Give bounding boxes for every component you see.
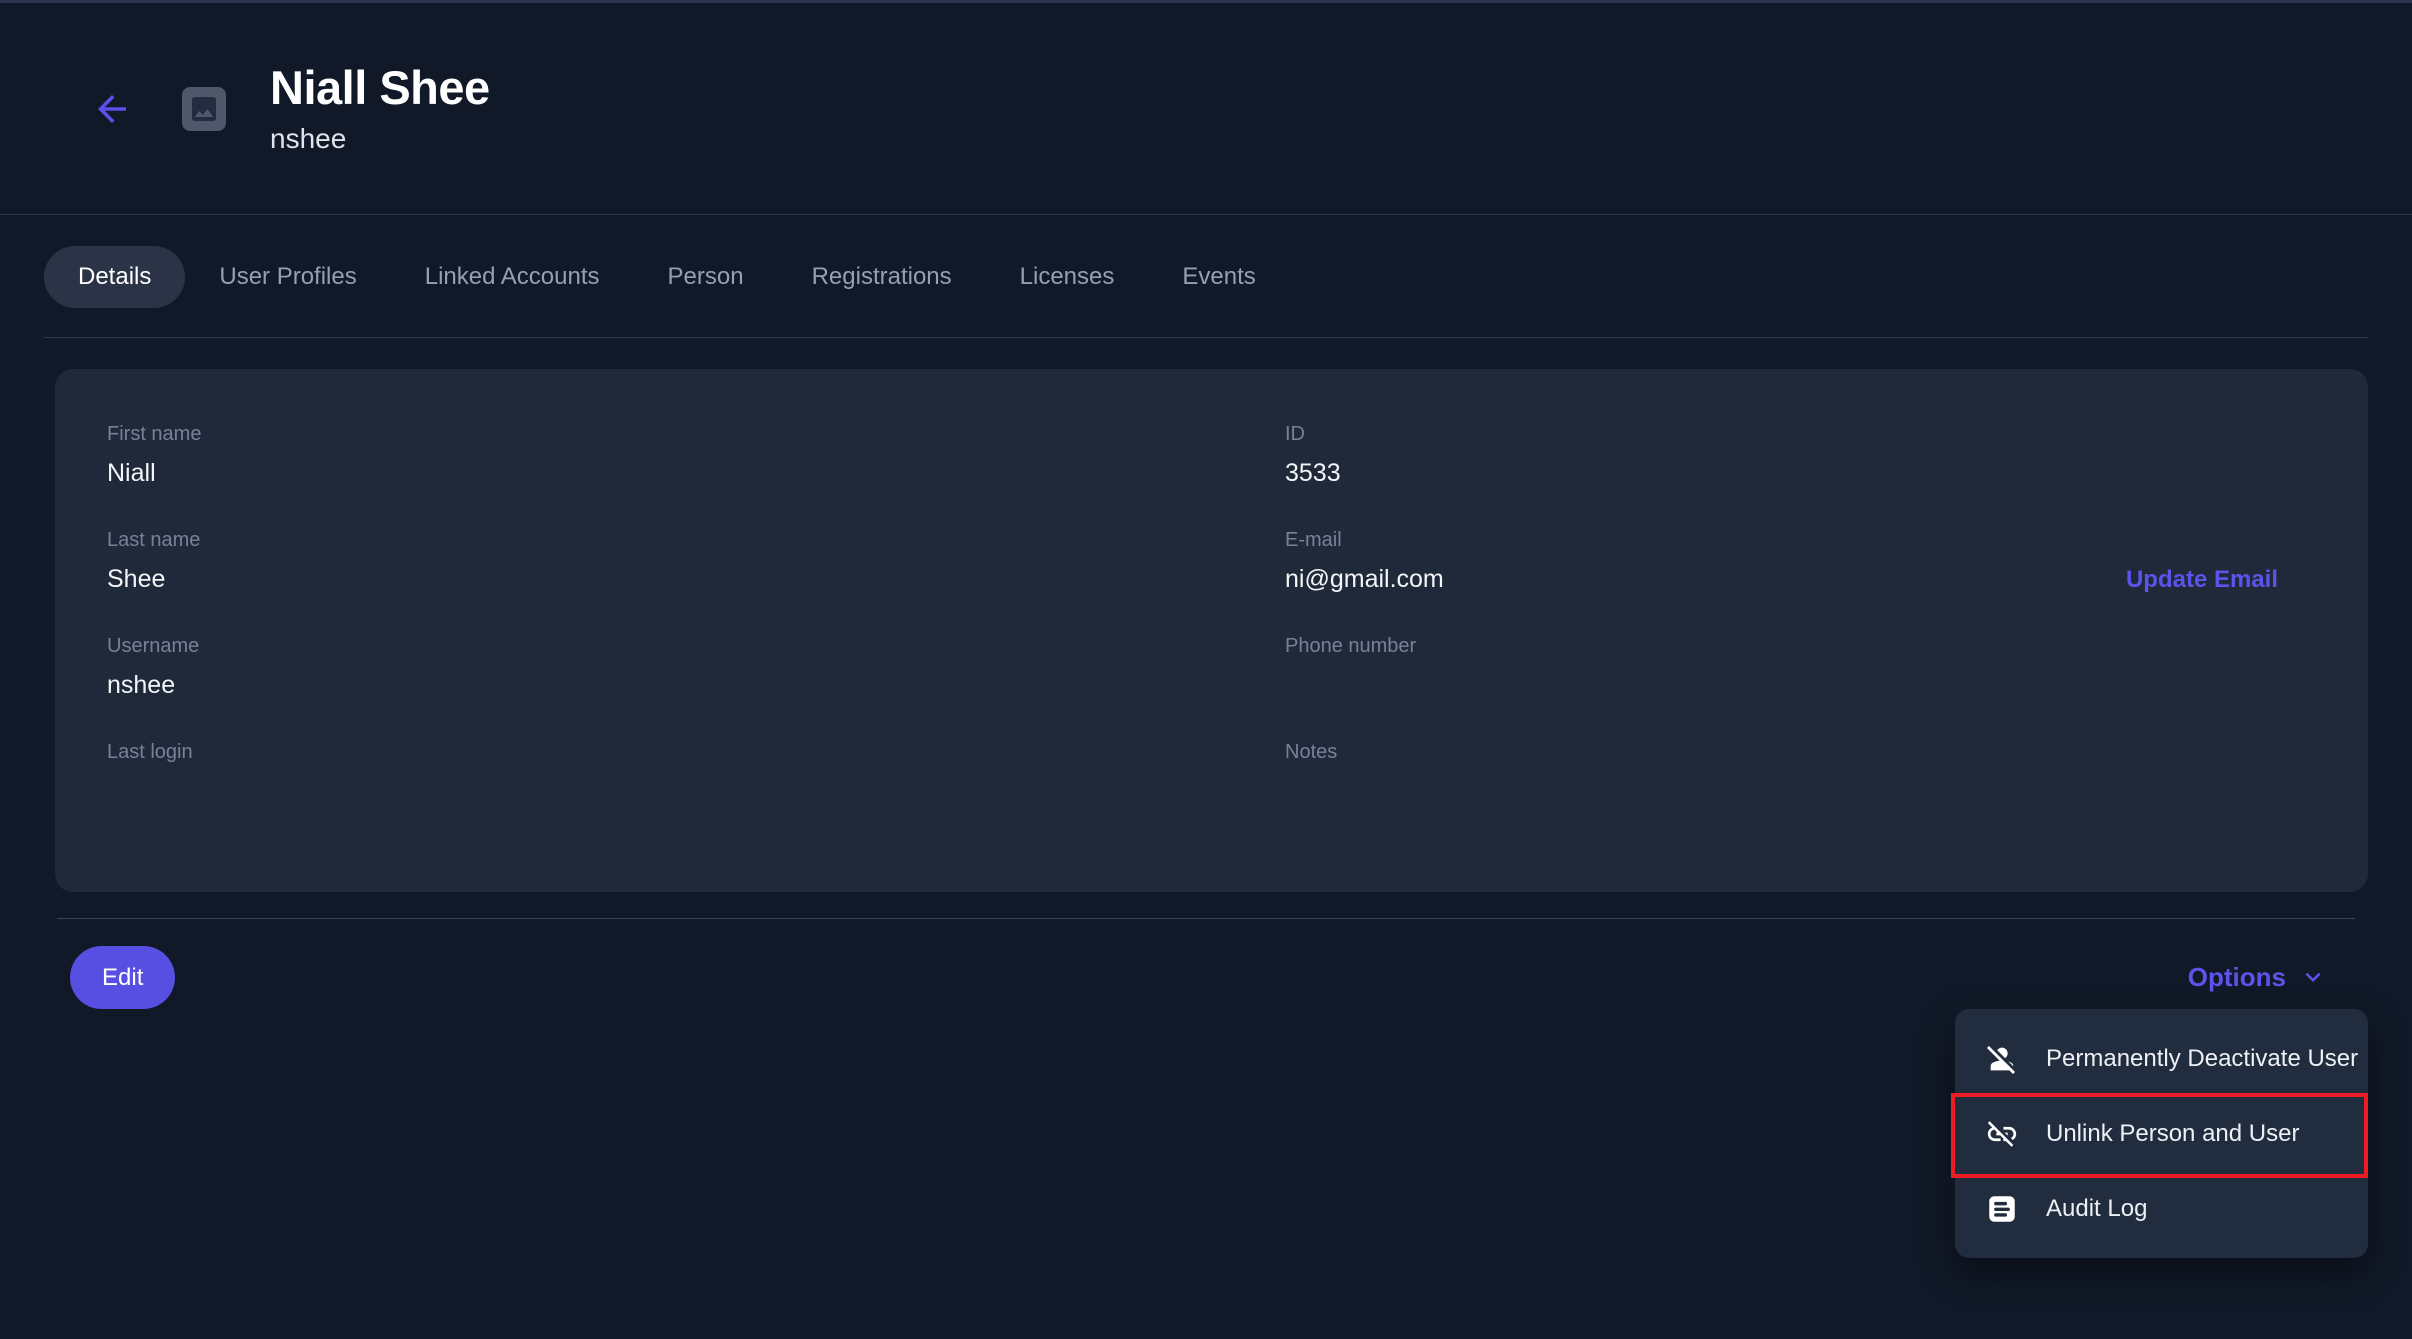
field-label: E-mail [1285, 529, 1444, 552]
section-divider [57, 918, 2355, 919]
options-label: Options [2188, 962, 2286, 993]
user-detail-page: Niall Shee nshee Details User Profiles L… [0, 0, 2412, 1339]
field-label: ID [1285, 423, 2278, 446]
field-notes: Notes [1285, 741, 2278, 808]
tab-linked-accounts[interactable]: Linked Accounts [391, 246, 634, 308]
menu-item-label: Unlink Person and User [2046, 1120, 2299, 1148]
options-menu: Permanently Deactivate User Unlink Perso… [1955, 1009, 2368, 1258]
field-label: Last name [107, 529, 1285, 552]
tab-person[interactable]: Person [634, 246, 778, 308]
tab-licenses[interactable]: Licenses [986, 246, 1149, 308]
details-right-column: ID 3533 E-mail ni@gmail.com Update Email… [1285, 423, 2278, 892]
tab-registrations[interactable]: Registrations [778, 246, 986, 308]
field-phone-number: Phone number [1285, 635, 2278, 702]
tab-details[interactable]: Details [44, 246, 185, 308]
field-email: E-mail ni@gmail.com Update Email [1285, 529, 2278, 596]
tab-user-profiles[interactable]: User Profiles [185, 246, 390, 308]
title-block: Niall Shee nshee [270, 62, 490, 156]
audit-log-icon [1985, 1192, 2019, 1226]
field-value [107, 777, 1285, 808]
field-username: Username nshee [107, 635, 1285, 702]
field-value: 3533 [1285, 459, 2278, 490]
field-last-login: Last login [107, 741, 1285, 808]
field-value: Niall [107, 459, 1285, 490]
page-title: Niall Shee [270, 62, 490, 114]
tab-events[interactable]: Events [1148, 246, 1289, 308]
field-label: First name [107, 423, 1285, 446]
menu-item-permanently-deactivate-user[interactable]: Permanently Deactivate User [1955, 1021, 2368, 1096]
image-icon [188, 93, 220, 125]
back-button[interactable] [88, 85, 136, 133]
field-value [1285, 671, 2278, 702]
field-first-name: First name Niall [107, 423, 1285, 490]
field-label: Phone number [1285, 635, 2278, 658]
menu-item-audit-log[interactable]: Audit Log [1955, 1171, 2368, 1246]
update-email-link[interactable]: Update Email [2126, 566, 2278, 594]
field-value: ni@gmail.com [1285, 565, 1444, 596]
field-value: nshee [107, 671, 1285, 702]
menu-item-unlink-person-and-user[interactable]: Unlink Person and User [1955, 1096, 2368, 1171]
details-card: First name Niall Last name Shee Username… [55, 369, 2368, 892]
email-field-text: E-mail ni@gmail.com [1285, 529, 1444, 596]
menu-item-label: Audit Log [2046, 1195, 2147, 1223]
field-last-name: Last name Shee [107, 529, 1285, 596]
options-dropdown-trigger[interactable]: Options [2188, 952, 2328, 1002]
tab-bar: Details User Profiles Linked Accounts Pe… [0, 216, 2412, 338]
page-header: Niall Shee nshee [0, 3, 2412, 215]
field-label: Last login [107, 741, 1285, 764]
field-id: ID 3533 [1285, 423, 2278, 490]
field-value [1285, 777, 2278, 808]
chevron-down-icon [2298, 962, 2328, 992]
details-left-column: First name Niall Last name Shee Username… [107, 423, 1285, 892]
edit-button[interactable]: Edit [70, 946, 175, 1009]
avatar [182, 87, 226, 131]
field-value: Shee [107, 565, 1285, 596]
menu-item-label: Permanently Deactivate User [2046, 1045, 2358, 1073]
field-label: Notes [1285, 741, 2278, 764]
field-label: Username [107, 635, 1285, 658]
arrow-left-icon [91, 88, 133, 130]
person-off-icon [1985, 1042, 2019, 1076]
page-subtitle: nshee [270, 123, 490, 155]
link-off-icon [1985, 1117, 2019, 1151]
